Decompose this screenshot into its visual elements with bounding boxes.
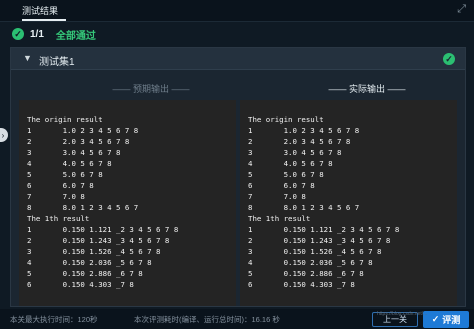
- output-line: 5 5.0 6 7 8: [248, 170, 324, 179]
- output-line: 4 4.0 5 6 7 8: [27, 159, 112, 168]
- expected-output-box: The origin result 1 1.0 2 3 4 5 6 7 8 2 …: [19, 100, 236, 306]
- check-circle-icon: ✓: [12, 28, 24, 40]
- actual-output-box: The origin result 1 1.0 2 3 4 5 6 7 8 2 …: [240, 100, 457, 306]
- evaluate-button-label: 评测: [442, 315, 461, 325]
- max-exec-time: 本关最大执行时间：120秒: [10, 315, 98, 324]
- tab-bar: 测试结果 ⤢: [0, 0, 474, 22]
- output-line: The origin result: [27, 115, 103, 124]
- output-line: 1 1.0 2 3 4 5 6 7 8: [27, 126, 139, 135]
- output-line: 6 0.150 4.303 _7 8: [27, 280, 134, 289]
- pass-status: 全部通过: [55, 30, 96, 42]
- output-line: 5 5.0 6 7 8: [27, 170, 103, 179]
- output-line: The 1th result: [27, 214, 90, 223]
- eval-elapsed-time: 本次评测耗时(编译、运行总时间)：16.16 秒: [134, 315, 280, 324]
- output-line: 1 1.0 2 3 4 5 6 7 8: [248, 126, 360, 135]
- testset-title: 测试集1: [39, 57, 75, 68]
- output-line: The 1th result: [248, 214, 311, 223]
- testset-panel: ▼ 测试集1 ✓ —— 预期输出 —— —— 实际输出 —— The origi…: [10, 47, 466, 307]
- output-line: 4 0.150 2.036 _5 6 7 8: [248, 258, 373, 267]
- output-line: 8 8.0 1 2 3 4 5 6 7: [248, 203, 360, 212]
- pass-count: 1/1: [30, 28, 44, 40]
- output-line: 4 4.0 5 6 7 8: [248, 159, 333, 168]
- output-line: 3 3.0 4 5 6 7 8: [248, 148, 342, 157]
- watermark: https://blog.csdn.net/...: [377, 311, 428, 317]
- output-line: 3 3.0 4 5 6 7 8: [27, 148, 121, 157]
- output-line: 8 8.0 1 2 3 4 5 6 7: [27, 203, 139, 212]
- output-line: 3 0.150 1.526 _4 5 6 7 8: [27, 247, 161, 256]
- tab-test-results[interactable]: 测试结果: [22, 4, 58, 17]
- output-line: 7 7.0 8: [248, 192, 306, 201]
- output-line: 3 0.150 1.526 _4 5 6 7 8: [248, 247, 382, 256]
- output-line: 6 0.150 4.303 _7 8: [248, 280, 355, 289]
- output-line: 4 0.150 2.036 _5 6 7 8: [27, 258, 152, 267]
- actual-output-label: —— 实际输出 ——: [328, 84, 406, 94]
- output-line: 7 7.0 8: [27, 192, 85, 201]
- evaluate-button[interactable]: ✓ 评测: [423, 311, 469, 328]
- result-summary: ✓ 1/1 全部通过: [12, 27, 96, 42]
- output-line: 2 0.150 1.243 _3 4 5 6 7 8: [248, 236, 391, 245]
- output-line: 1 0.150 1.121 _2 3 4 5 6 7 8: [248, 225, 400, 234]
- check-icon: ✓: [431, 314, 440, 324]
- expected-output-label: —— 预期输出 ——: [112, 84, 190, 94]
- output-line: The origin result: [248, 115, 324, 124]
- output-line: 5 0.150 2.886 _6 7 8: [248, 269, 364, 278]
- caret-down-icon[interactable]: ▼: [23, 53, 32, 63]
- expand-icon[interactable]: ⤢: [457, 3, 466, 16]
- testset-header[interactable]: ▼ 测试集1 ✓: [11, 48, 465, 70]
- testset-pass-icon: ✓: [443, 53, 455, 65]
- output-line: 5 0.150 2.886 _6 7 8: [27, 269, 143, 278]
- output-line: 2 0.150 1.243 _3 4 5 6 7 8: [27, 236, 170, 245]
- output-line: 1 0.150 1.121 _2 3 4 5 6 7 8: [27, 225, 179, 234]
- output-line: 2 2.0 3 4 5 6 7 8: [248, 137, 351, 146]
- chevron-right-icon[interactable]: ›: [0, 128, 8, 142]
- output-line: 6 6.0 7 8: [248, 181, 315, 190]
- active-tab-indicator: [22, 19, 66, 21]
- output-line: 2 2.0 3 4 5 6 7 8: [27, 137, 130, 146]
- output-line: 6 6.0 7 8: [27, 181, 94, 190]
